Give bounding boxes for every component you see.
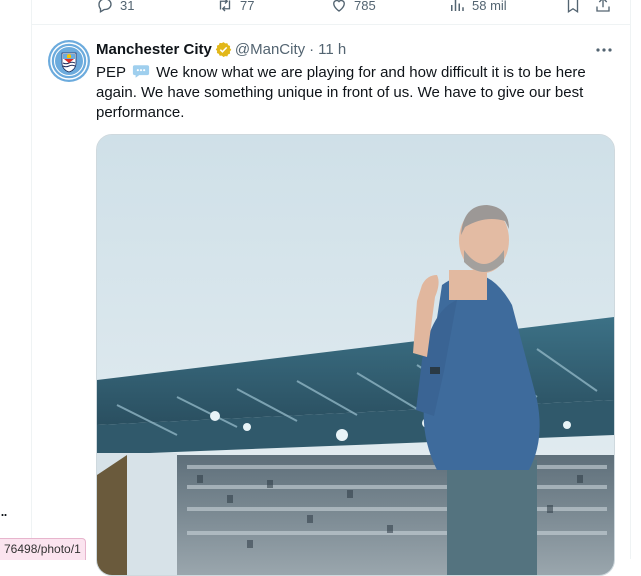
separator-dot: ·	[309, 41, 315, 58]
truncated-text: ..	[0, 500, 8, 520]
author-handle[interactable]: @ManCity	[235, 41, 305, 58]
retweet-count: 77	[240, 0, 255, 13]
more-icon[interactable]	[594, 40, 614, 60]
tweet-divider	[32, 24, 630, 25]
reply-icon	[98, 0, 112, 13]
reply-button[interactable]: 31	[96, 0, 134, 14]
views-button[interactable]: 58 mil	[448, 0, 507, 14]
like-button[interactable]: 785	[330, 0, 376, 14]
views-icon	[451, 0, 464, 11]
tweet-text-body: We know what we are playing for and how …	[96, 64, 586, 121]
column-divider-right	[630, 0, 631, 559]
previous-tweet-action-bar: 31 77 785 58 mil	[32, 0, 630, 22]
speech-bubble-icon	[132, 65, 150, 78]
column-divider	[31, 0, 32, 559]
tweet-header: Manchester City @ManCity · 11 h	[96, 41, 346, 58]
like-count: 785	[354, 0, 376, 13]
photo-image	[97, 135, 614, 575]
like-icon	[333, 0, 345, 12]
share-icon	[596, 0, 610, 12]
left-column	[0, 0, 31, 559]
share-button[interactable]	[594, 0, 612, 14]
author-name[interactable]: Manchester City	[96, 41, 212, 58]
club-crest-icon	[50, 42, 88, 80]
retweet-button[interactable]: 77	[216, 0, 254, 14]
tweet-text-prefix: PEP	[96, 64, 126, 81]
bookmark-button[interactable]	[564, 0, 582, 14]
timestamp[interactable]: 11 h	[318, 41, 346, 58]
tweet-text: PEP We know what we are playing for and …	[96, 63, 610, 123]
reply-count: 31	[120, 0, 135, 13]
avatar[interactable]	[48, 40, 90, 82]
status-bar-url: 76498/photo/1	[0, 538, 86, 560]
views-count: 58 mil	[472, 0, 507, 13]
retweet-icon	[219, 0, 231, 12]
tweet-photo[interactable]	[96, 134, 615, 576]
bookmark-icon	[567, 0, 579, 14]
verified-badge-icon[interactable]	[215, 41, 232, 58]
